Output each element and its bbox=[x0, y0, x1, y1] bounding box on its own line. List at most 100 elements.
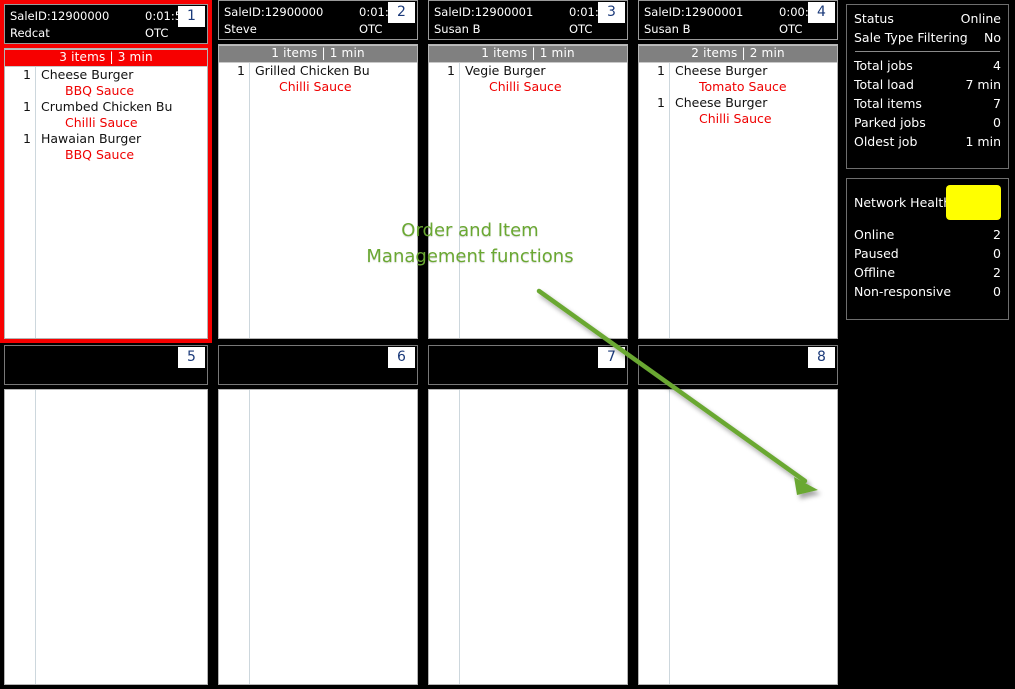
order-header-empty: 6 bbox=[218, 345, 418, 385]
sale-type: OTC bbox=[569, 22, 593, 36]
network-row: Non-responsive 0 bbox=[854, 282, 1001, 301]
qty-divider bbox=[35, 390, 36, 684]
right-sidebar: Status Online Sale Type Filtering No Tot… bbox=[840, 0, 1015, 689]
customer-name: Susan B bbox=[644, 22, 691, 36]
list-item[interactable]: 1 Cheese Burger bbox=[5, 67, 207, 83]
list-item[interactable]: 1 Grilled Chicken Bu bbox=[219, 63, 417, 79]
items-summary: 1 items | 1 min bbox=[429, 45, 627, 63]
status-row: Oldest job 1 min bbox=[854, 132, 1001, 151]
paused-value: 0 bbox=[993, 246, 1001, 261]
list-item[interactable]: 1 Crumbed Chicken Bu bbox=[5, 99, 207, 115]
qty-divider bbox=[249, 63, 250, 338]
oldest-job-label: Oldest job bbox=[854, 134, 918, 149]
annotation-line-1: Order and Item bbox=[401, 220, 539, 241]
order-header: SaleID:12900000 0:01:36 Steve OTC 2 bbox=[218, 0, 418, 40]
list-item[interactable]: 1 Vegie Burger bbox=[429, 63, 627, 79]
item-list[interactable]: 1 Vegie Burger Chilli Sauce bbox=[429, 63, 627, 338]
slot-number-badge: 3 bbox=[598, 2, 625, 23]
oldest-job-value: 1 min bbox=[965, 134, 1002, 149]
kitchen-display-screen: SaleID:12900000 0:01:57 Redcat OTC 1 3 i… bbox=[0, 0, 1015, 689]
order-slot-3[interactable]: SaleID:12900001 0:01:17 Susan B OTC 3 1 … bbox=[428, 0, 628, 339]
sale-type: OTC bbox=[145, 26, 169, 40]
list-item[interactable]: 1 Cheese Burger bbox=[639, 95, 837, 111]
order-body[interactable]: 1 items | 1 min 1 Grilled Chicken Bu Chi… bbox=[218, 44, 418, 339]
total-load-value: 7 min bbox=[965, 77, 1002, 92]
total-load-label: Total load bbox=[854, 77, 914, 92]
item-qty: 1 bbox=[447, 63, 455, 78]
status-row: Sale Type Filtering No bbox=[854, 28, 1001, 47]
network-row: Online 2 bbox=[854, 225, 1001, 244]
item-qty: 1 bbox=[23, 131, 31, 146]
slot-number-badge: 6 bbox=[388, 347, 415, 368]
sale-id: SaleID:12900001 bbox=[644, 5, 744, 19]
slot-number-badge: 2 bbox=[388, 2, 415, 23]
network-row: Offline 2 bbox=[854, 263, 1001, 282]
offline-value: 2 bbox=[993, 265, 1001, 280]
annotation-caption: Order and Item Management functions bbox=[330, 218, 610, 270]
order-slot-1[interactable]: SaleID:12900000 0:01:57 Redcat OTC 1 3 i… bbox=[0, 0, 212, 343]
status-row: Total jobs 4 bbox=[854, 56, 1001, 75]
online-value: 2 bbox=[993, 227, 1001, 242]
sale-type-filtering-label: Sale Type Filtering bbox=[854, 30, 968, 45]
item-name: Vegie Burger bbox=[465, 63, 546, 78]
order-body-empty[interactable] bbox=[4, 389, 208, 685]
network-health-header: Network Health bbox=[854, 185, 1001, 225]
list-item[interactable]: 1 Hawaian Burger bbox=[5, 131, 207, 147]
order-header: SaleID:12900000 0:01:57 Redcat OTC 1 bbox=[4, 4, 208, 44]
item-list[interactable]: 1 Cheese Burger BBQ Sauce 1 Crumbed Chic… bbox=[5, 67, 207, 338]
order-header-empty: 5 bbox=[4, 345, 208, 385]
paused-label: Paused bbox=[854, 246, 899, 261]
list-item[interactable]: 1 Cheese Burger bbox=[639, 63, 837, 79]
network-row: Paused 0 bbox=[854, 244, 1001, 263]
order-body[interactable]: 3 items | 3 min 1 Cheese Burger BBQ Sauc… bbox=[4, 48, 208, 339]
item-list[interactable]: 1 Grilled Chicken Bu Chilli Sauce bbox=[219, 63, 417, 338]
order-slot-4[interactable]: SaleID:12900001 0:00:54 Susan B OTC 4 2 … bbox=[638, 0, 838, 339]
qty-divider bbox=[459, 390, 460, 684]
total-jobs-label: Total jobs bbox=[854, 58, 913, 73]
network-health-label: Network Health bbox=[854, 195, 952, 210]
status-value: Online bbox=[960, 11, 1001, 26]
sale-id: SaleID:12900000 bbox=[224, 5, 324, 19]
items-summary: 1 items | 1 min bbox=[219, 45, 417, 63]
sale-id: SaleID:12900001 bbox=[434, 5, 534, 19]
empty-item-list bbox=[639, 390, 837, 684]
item-qty: 1 bbox=[657, 63, 665, 78]
items-summary: 2 items | 2 min bbox=[639, 45, 837, 63]
empty-item-list bbox=[5, 390, 207, 684]
order-body[interactable]: 1 items | 1 min 1 Vegie Burger Chilli Sa… bbox=[428, 44, 628, 339]
slot-number-badge: 5 bbox=[178, 347, 205, 368]
order-header-empty: 7 bbox=[428, 345, 628, 385]
non-responsive-value: 0 bbox=[993, 284, 1001, 299]
order-body-empty[interactable] bbox=[218, 389, 418, 685]
item-list[interactable]: 1 Cheese Burger Tomato Sauce 1 Cheese Bu… bbox=[639, 63, 837, 338]
order-slot-8[interactable]: 8 bbox=[638, 345, 838, 685]
customer-name: Redcat bbox=[10, 26, 50, 40]
offline-label: Offline bbox=[854, 265, 896, 280]
slot-number-badge: 4 bbox=[808, 2, 835, 23]
order-slot-5[interactable]: 5 bbox=[4, 345, 208, 685]
item-qty: 1 bbox=[237, 63, 245, 78]
order-slot-7[interactable]: 7 bbox=[428, 345, 628, 685]
status-label: Status bbox=[854, 11, 894, 26]
order-slot-6[interactable]: 6 bbox=[218, 345, 418, 685]
qty-divider bbox=[669, 390, 670, 684]
customer-name: Steve bbox=[224, 22, 257, 36]
parked-jobs-value: 0 bbox=[993, 115, 1001, 130]
order-body-empty[interactable] bbox=[638, 389, 838, 685]
empty-item-list bbox=[429, 390, 627, 684]
status-panel: Status Online Sale Type Filtering No Tot… bbox=[846, 4, 1009, 169]
empty-item-list bbox=[219, 390, 417, 684]
item-name: Cheese Burger bbox=[41, 67, 134, 82]
status-row: Parked jobs 0 bbox=[854, 113, 1001, 132]
item-name: Cheese Burger bbox=[675, 63, 768, 78]
order-slot-2[interactable]: SaleID:12900000 0:01:36 Steve OTC 2 1 it… bbox=[218, 0, 418, 339]
sale-type: OTC bbox=[779, 22, 803, 36]
order-body-empty[interactable] bbox=[428, 389, 628, 685]
sale-id: SaleID:12900000 bbox=[10, 9, 110, 23]
slot-number-badge: 1 bbox=[178, 6, 205, 27]
item-name: Cheese Burger bbox=[675, 95, 768, 110]
order-body[interactable]: 2 items | 2 min 1 Cheese Burger Tomato S… bbox=[638, 44, 838, 339]
total-items-value: 7 bbox=[993, 96, 1001, 111]
order-header: SaleID:12900001 0:01:17 Susan B OTC 3 bbox=[428, 0, 628, 40]
qty-divider bbox=[459, 63, 460, 338]
